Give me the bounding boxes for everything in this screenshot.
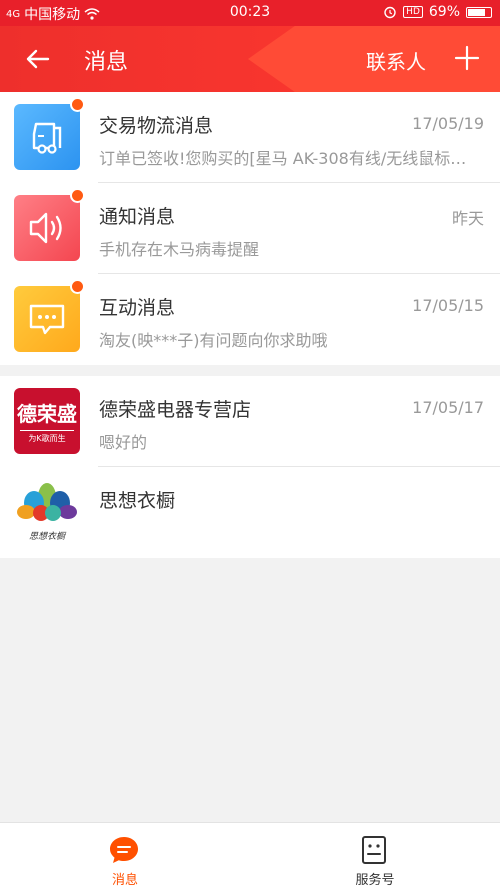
unread-dot <box>70 188 85 203</box>
shop-logo-text: 德荣盛 <box>17 402 77 426</box>
battery-percent: 69% <box>428 4 460 20</box>
add-button[interactable] <box>452 43 482 73</box>
tab-messages[interactable]: 消息 <box>0 823 250 889</box>
nav-bar: 消息 联系人 <box>0 26 500 92</box>
item-preview: 淘友(映***子)有问题向你求助哦 <box>99 331 328 350</box>
item-preview: 嗯好的 <box>99 433 148 452</box>
list-item-shop-sixiangyichu[interactable]: 思想衣橱 思想衣橱 <box>0 467 500 558</box>
tab-service-account[interactable]: 服务号 <box>250 823 500 889</box>
contacts-button[interactable]: 联系人 <box>366 46 426 75</box>
item-time: 昨天 <box>451 209 484 228</box>
arrow-left-icon <box>26 49 50 69</box>
item-time: 17/05/15 <box>412 296 484 315</box>
item-name: 德荣盛电器专营店 <box>99 399 252 421</box>
page-title: 消息 <box>84 50 129 75</box>
shop-logo-sub: 为K歌而生 <box>20 430 74 444</box>
unread-dot <box>70 97 85 112</box>
battery-icon <box>466 6 492 18</box>
speaker-icon <box>29 212 62 244</box>
item-name: 通知消息 <box>99 206 176 228</box>
back-button[interactable] <box>20 41 56 77</box>
bottom-tab-bar: 消息 服务号 <box>0 822 500 889</box>
shop-logo: 德荣盛 为K歌而生 <box>14 388 80 454</box>
shop-messages-list: 德荣盛 为K歌而生 德荣盛电器专营店 17/05/17 嗯好的 思想衣橱 思想衣… <box>0 376 500 558</box>
item-time: 17/05/17 <box>412 398 484 417</box>
item-preview: 订单已签收!您购买的[星马 AK-308有线/无线鼠标… <box>99 149 467 168</box>
speaker-avatar <box>14 195 80 261</box>
status-bar: 4G 中国移动 00:23 HD 69% <box>0 0 500 26</box>
item-preview: 手机存在木马病毒提醒 <box>99 240 260 259</box>
tab-label: 消息 <box>111 873 138 888</box>
truck-avatar <box>14 104 80 170</box>
plus-icon <box>454 45 480 71</box>
message-bubble-icon <box>110 837 138 863</box>
chat-avatar <box>14 286 80 352</box>
tab-label: 服务号 <box>355 873 395 888</box>
item-time: 17/05/19 <box>412 114 484 133</box>
alarm-icon <box>384 6 396 19</box>
system-messages-list: 交易物流消息 17/05/19 订单已签收!您购买的[星马 AK-308有线/无… <box>0 92 500 365</box>
list-item-notifications[interactable]: 通知消息 昨天 手机存在木马病毒提醒 <box>0 183 500 274</box>
chat-bubble-icon <box>29 304 65 335</box>
unread-dot <box>70 279 85 294</box>
item-name: 思想衣橱 <box>99 490 176 512</box>
shop-logo: 思想衣橱 <box>14 479 80 545</box>
item-name: 互动消息 <box>99 297 176 319</box>
hd-badge: HD <box>403 6 423 18</box>
item-name: 交易物流消息 <box>99 115 214 137</box>
service-account-icon <box>362 836 386 864</box>
list-item-trade-logistics[interactable]: 交易物流消息 17/05/19 订单已签收!您购买的[星马 AK-308有线/无… <box>0 92 500 183</box>
status-right: HD 69% <box>383 4 492 20</box>
flower-logo-icon <box>17 483 77 521</box>
shop-logo-text: 思想衣橱 <box>28 532 65 542</box>
truck-icon <box>32 122 62 154</box>
list-item-shop-derongsheng[interactable]: 德荣盛 为K歌而生 德荣盛电器专营店 17/05/17 嗯好的 <box>0 376 500 467</box>
list-item-interaction[interactable]: 互动消息 17/05/15 淘友(映***子)有问题向你求助哦 <box>0 274 500 365</box>
